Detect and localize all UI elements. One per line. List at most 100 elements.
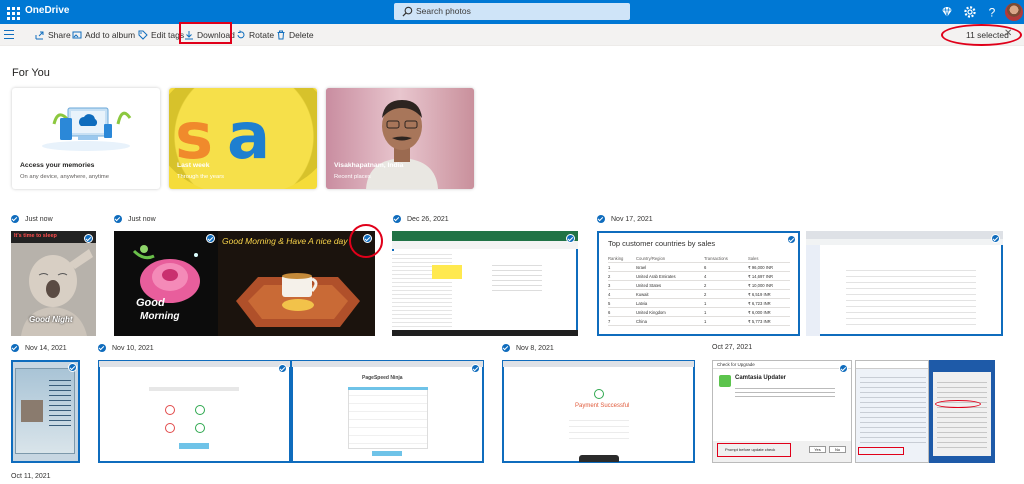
photo-settings-dialog-1[interactable] <box>855 360 929 463</box>
sales-header-row: Ranking Country/Region Transactions Sales <box>608 254 790 263</box>
group-header[interactable]: Just now <box>114 215 156 223</box>
selected-check-icon[interactable] <box>991 234 1000 243</box>
excel-toolbar <box>392 241 578 249</box>
sales-cell: 6 <box>608 310 611 315</box>
red-circle-icon <box>165 423 175 433</box>
group-header[interactable]: Oct 11, 2021 <box>11 473 51 480</box>
no-button: No <box>829 446 846 453</box>
sales-cell: Latvia <box>636 301 648 306</box>
photo-web-page-2[interactable]: PageSpeed Ninja <box>291 360 484 463</box>
card-title: Last week <box>177 162 210 169</box>
group-date: Oct 11, 2021 <box>11 473 51 480</box>
delete-button[interactable]: Delete <box>276 27 314 43</box>
photo-spreadsheet-screenshot[interactable] <box>392 231 578 336</box>
card-subtitle: On any device, anywhere, anytime <box>20 174 109 180</box>
photo-caption-top: It's time to sleep <box>14 233 57 239</box>
photo-caption: Good Morning & Have A nice day <box>222 236 348 246</box>
svg-text:?: ? <box>989 6 996 20</box>
group-header[interactable]: Just now <box>11 215 53 223</box>
search-box[interactable]: Search photos <box>394 3 630 20</box>
selected-check-icon[interactable] <box>278 364 287 373</box>
selected-check-icon[interactable] <box>787 235 796 244</box>
sales-cell: 4 <box>704 274 707 279</box>
foryou-card-visakhapatnam[interactable]: Visakhapatnam, India Recent places <box>326 88 474 189</box>
photo-id-card[interactable] <box>11 360 80 463</box>
selected-check-icon[interactable] <box>68 363 77 372</box>
delete-label: Delete <box>289 30 314 40</box>
group-select-check-icon[interactable] <box>98 344 106 352</box>
dialog-title: Check for Upgrade <box>717 362 755 367</box>
selection-highlight-annotation <box>941 24 1022 46</box>
group-date: Nov 17, 2021 <box>611 215 653 223</box>
sales-cell: ₹ 10,000 INR <box>748 283 774 288</box>
photo-payment-page[interactable]: Payment Successful <box>502 360 695 463</box>
add-to-album-label: Add to album <box>85 30 136 40</box>
photo-camtasia-dialog[interactable]: Check for Upgrade Camtasia Updater Promp… <box>712 360 852 463</box>
group-select-check-icon[interactable] <box>114 215 122 223</box>
sales-row: 2 United Arab Emirates 4 ₹ 14,697 INR <box>608 272 790 281</box>
group-header[interactable]: Dec 26, 2021 <box>393 215 449 223</box>
selected-check-icon[interactable] <box>206 234 215 243</box>
rotate-label: Rotate <box>249 30 275 40</box>
diamond-icon[interactable] <box>939 4 955 20</box>
selected-check-icon[interactable] <box>84 234 93 243</box>
svg-text:a: a <box>227 100 270 174</box>
group-select-check-icon[interactable] <box>11 215 19 223</box>
foryou-card-memories[interactable]: Access your memories On any device, anyw… <box>12 88 160 189</box>
help-icon[interactable]: ? <box>984 4 1000 20</box>
sales-cell: Israel <box>636 265 647 270</box>
group-header[interactable]: Nov 8, 2021 <box>502 344 554 352</box>
group-select-check-icon[interactable] <box>393 215 401 223</box>
report-table <box>846 265 976 325</box>
prompt-checkbox-label: Prompt before update check <box>725 447 776 452</box>
sales-row: 1 Israel 6 ₹ 96,000 INR <box>608 263 790 272</box>
group-header[interactable]: Nov 14, 2021 <box>11 344 67 352</box>
trash-icon <box>277 30 285 40</box>
group-header[interactable]: Nov 10, 2021 <box>98 344 154 352</box>
edit-tags-button[interactable]: Edit tags <box>138 27 184 43</box>
group-date: Nov 10, 2021 <box>112 344 154 352</box>
group-select-check-icon[interactable] <box>502 344 510 352</box>
add-to-album-button[interactable]: Add to album <box>72 27 135 43</box>
sales-cell: ₹ 6,000 INR <box>748 310 771 315</box>
success-check-icon <box>594 389 604 399</box>
card-subtitle: Recent places <box>334 174 371 180</box>
foryou-card-last-week[interactable]: s a Last week Through the years <box>169 88 317 189</box>
selected-check-icon[interactable] <box>839 364 848 373</box>
sales-cell: 2 <box>608 274 611 279</box>
sales-cell: ₹ 6,519 INR <box>748 292 771 297</box>
group-header[interactable]: Oct 27, 2021 <box>712 344 752 351</box>
photo-sales-table[interactable]: Top customer countries by sales Ranking C… <box>597 231 800 336</box>
photo-web-page-1[interactable] <box>98 360 291 463</box>
group-header[interactable]: Nov 17, 2021 <box>597 215 653 223</box>
hamburger-menu-icon[interactable] <box>4 30 14 39</box>
option-highlight-annotation <box>935 400 981 408</box>
sales-cell: 1 <box>704 319 707 324</box>
sales-header-cell: Country/Region <box>636 256 666 261</box>
photo-browser-report[interactable] <box>806 231 1003 336</box>
phone-bar <box>579 455 619 462</box>
avatar[interactable] <box>1005 3 1023 21</box>
sales-cell: 2 <box>704 283 707 288</box>
id-text <box>49 380 71 430</box>
share-button[interactable]: Share <box>35 27 71 43</box>
photo-good-night[interactable]: It's time to sleep Good Night <box>11 231 96 336</box>
rotate-icon <box>237 30 245 39</box>
group-select-check-icon[interactable] <box>11 344 19 352</box>
sales-cell: 2 <box>704 292 707 297</box>
rotate-button[interactable]: Rotate <box>236 27 274 43</box>
gear-icon[interactable] <box>962 4 978 20</box>
waffle-icon[interactable] <box>3 3 21 21</box>
sales-cell: Kuwait <box>636 292 649 297</box>
sales-cell: 5 <box>608 301 611 306</box>
photo-settings-dialog-2[interactable] <box>929 360 995 463</box>
browser-urlbar <box>806 239 1003 245</box>
section-heading-for-you: For You <box>12 67 50 79</box>
selected-check-icon[interactable] <box>471 364 480 373</box>
selected-check-icon[interactable] <box>566 234 575 243</box>
sales-header-cell: Transactions <box>704 256 728 261</box>
photo-good-morning-rose[interactable]: Good Morning <box>114 231 218 336</box>
app-brand[interactable]: OneDrive <box>25 5 69 16</box>
dialog-options <box>937 378 987 448</box>
group-select-check-icon[interactable] <box>597 215 605 223</box>
